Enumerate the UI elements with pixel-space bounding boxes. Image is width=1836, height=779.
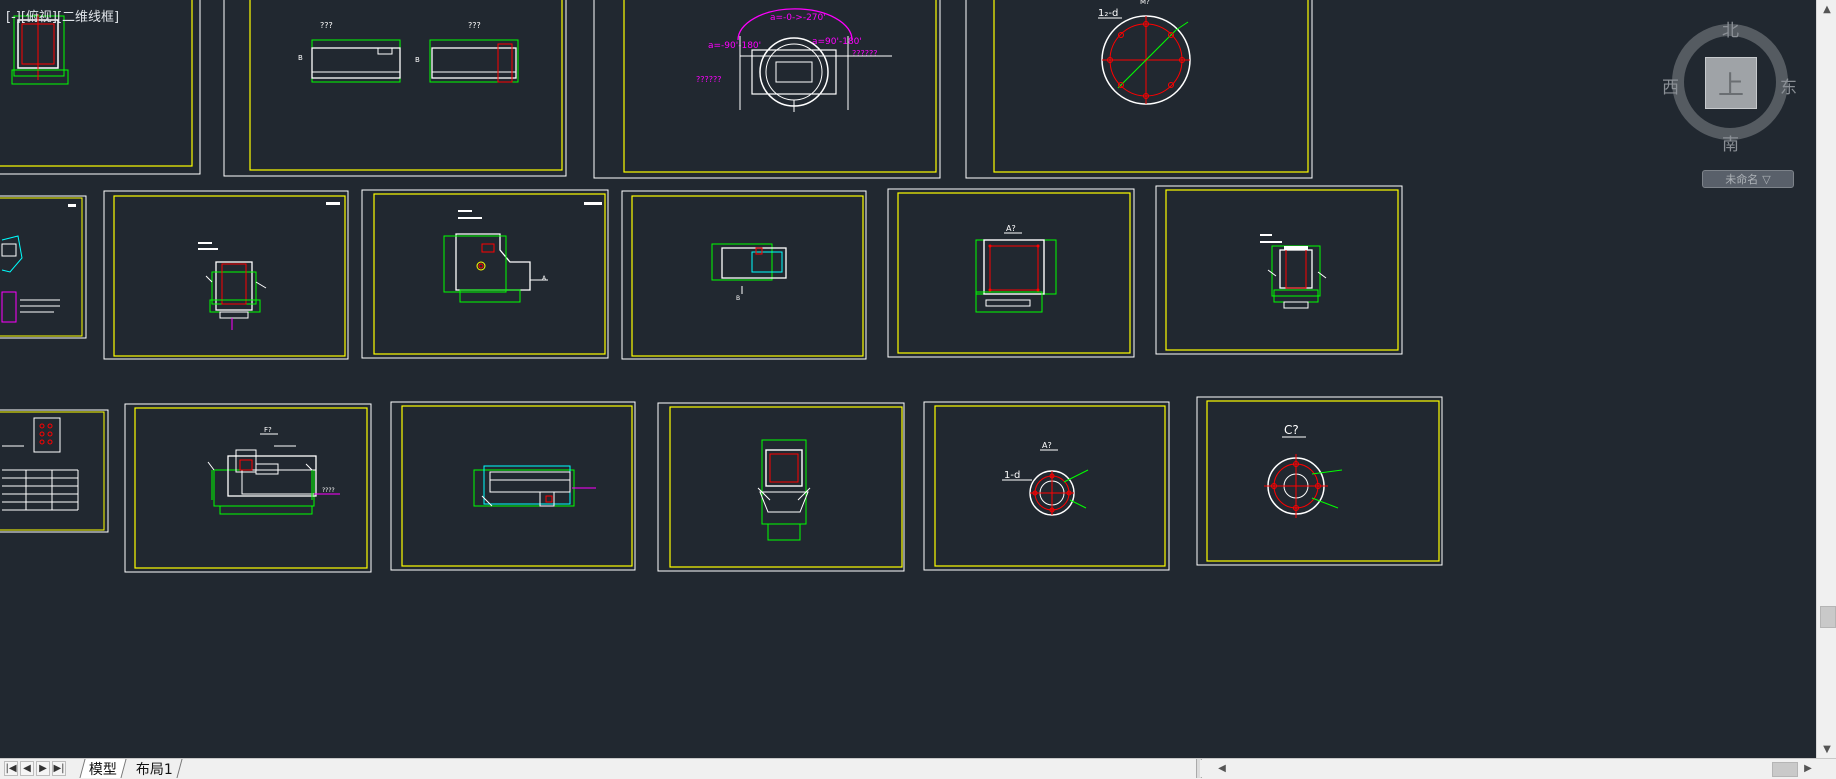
last-tab-icon[interactable]: ▶| <box>52 761 66 776</box>
sheet-a9b-title: A? <box>1042 441 1052 450</box>
dims-right-label: ?????? <box>852 49 877 58</box>
layout-tab-bar: |◀ ◀ ▶ ▶| 模型 布局1 ◀ ▶ <box>0 758 1836 779</box>
vertical-scrollbar[interactable]: ▲ ▼ <box>1816 0 1836 758</box>
dims-left-label: ?????? <box>696 75 721 84</box>
tab-model[interactable]: 模型 <box>79 759 127 778</box>
angle-top-label: a=-0->-270' <box>770 13 826 23</box>
sheet-r3-4[interactable]: A? 1-d <box>923 401 1170 571</box>
wcs-label: 未命名 <box>1725 173 1759 186</box>
tab-layout1[interactable]: 布局1 <box>127 759 183 778</box>
scroll-right-icon[interactable]: ▶ <box>1800 760 1816 777</box>
scroll-left-icon[interactable]: ◀ <box>1214 760 1230 777</box>
sheet-a-label-1: ??? <box>320 21 333 30</box>
sheet-r3-3[interactable] <box>657 402 905 572</box>
sheet-r1-1[interactable] <box>0 0 201 175</box>
sheet-r2-1[interactable] <box>103 190 349 360</box>
svg-text:B: B <box>736 295 740 302</box>
flange-title: M? <box>1140 0 1150 6</box>
prev-tab-icon[interactable]: ◀ <box>20 761 34 776</box>
sheet-r1-4[interactable]: 1₂-d M? <box>965 0 1313 179</box>
sheet-r1-3[interactable]: a=-0->-270' a=-90'-180' a=90'-180' ?????… <box>593 0 941 179</box>
sheet-f-dim: ???? <box>322 487 335 494</box>
tab-model-label: 模型 <box>89 761 117 778</box>
sheet-r2-0[interactable] <box>0 195 87 339</box>
first-tab-icon[interactable]: |◀ <box>4 761 18 776</box>
chevron-down-icon: ▽ <box>1762 172 1771 186</box>
vertical-scroll-thumb[interactable] <box>1820 606 1836 628</box>
tab-layout1-label: 布局1 <box>136 761 173 778</box>
viewcube-east[interactable]: 东 <box>1780 73 1797 98</box>
sheet-r2-5[interactable] <box>1155 185 1403 355</box>
viewcube-north[interactable]: 北 <box>1722 16 1739 41</box>
horizontal-scroll-thumb[interactable] <box>1772 762 1798 777</box>
sheet-r3-2[interactable] <box>390 401 636 571</box>
sheet-r3-1[interactable]: F? ???? <box>124 403 372 573</box>
scroll-down-icon[interactable]: ▼ <box>1817 740 1836 758</box>
viewcube-top-face[interactable]: 上 <box>1705 57 1757 109</box>
viewcube[interactable]: 上 北 南 东 西 <box>1660 12 1800 155</box>
sheet-a-mark-b1: B <box>298 54 303 62</box>
sheet-r3-0[interactable] <box>0 409 109 533</box>
svg-text:A: A <box>542 275 547 282</box>
next-tab-icon[interactable]: ▶ <box>36 761 50 776</box>
horizontal-scrollbar[interactable]: ◀ ▶ <box>1200 760 1816 777</box>
drawing-canvas[interactable]: ??? ??? B B a=-0->-270' a=-90'-180' a=90… <box>0 0 1816 758</box>
viewport-controls-label[interactable]: [-][俯视][二维线框] <box>6 6 119 25</box>
angle-right-label: a=90'-180' <box>812 37 862 47</box>
viewcube-west[interactable]: 西 <box>1662 73 1679 98</box>
drawing-svg[interactable]: ??? ??? B B a=-0->-270' a=-90'-180' a=90… <box>0 0 1816 758</box>
sheet-a9-title: A? <box>1006 224 1016 233</box>
flange-label: 1₂-d <box>1098 8 1118 19</box>
sheet-r3-5[interactable]: C? <box>1196 396 1443 566</box>
sheet-r2-3[interactable]: B <box>621 190 867 360</box>
sheet-f-title: F? <box>264 426 272 434</box>
scroll-up-icon[interactable]: ▲ <box>1817 0 1836 18</box>
sheet-r1-2[interactable]: ??? ??? B B <box>223 0 567 177</box>
wcs-menu-button[interactable]: 未命名 ▽ <box>1702 170 1794 188</box>
sheet-a-label-2: ??? <box>468 21 481 30</box>
viewcube-south[interactable]: 南 <box>1722 130 1739 155</box>
sheet-c7-title: C? <box>1284 423 1299 437</box>
sheet-a-mark-b2: B <box>415 56 420 64</box>
sheet-ld-label: 1-d <box>1004 470 1020 481</box>
sheet-r2-2[interactable]: A <box>361 189 609 359</box>
sheet-r2-4[interactable]: A? <box>887 188 1135 358</box>
